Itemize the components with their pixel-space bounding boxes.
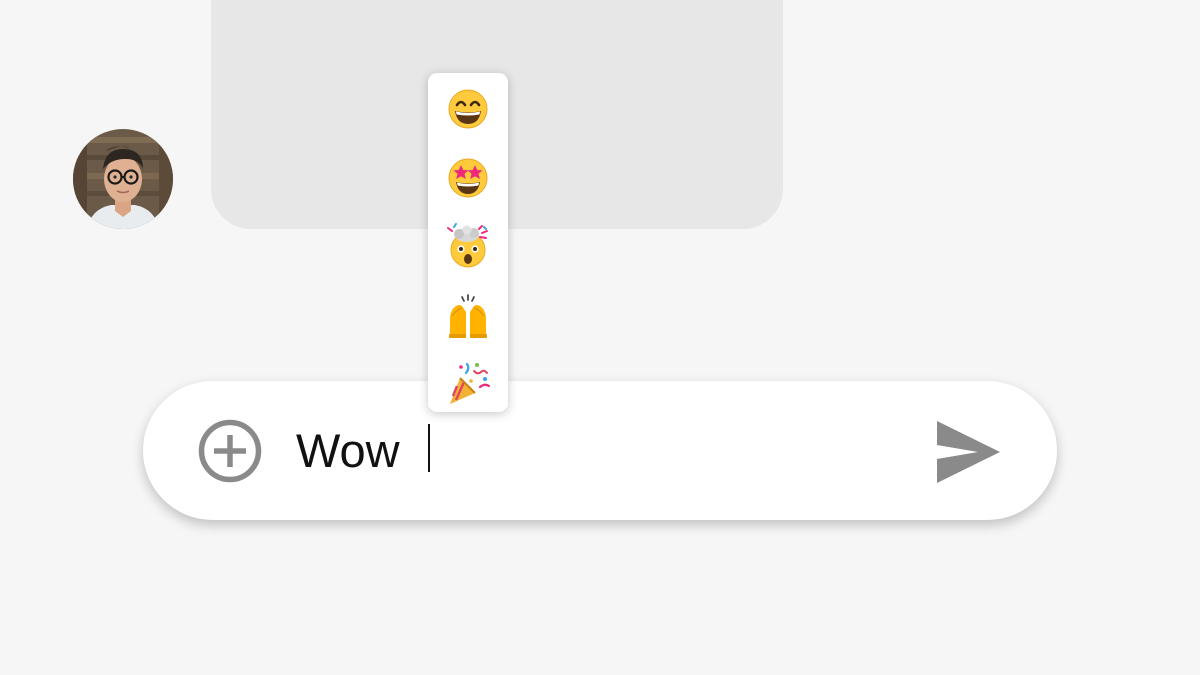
send-button[interactable] xyxy=(934,417,1004,487)
send-icon xyxy=(937,421,1000,483)
party-popper-icon xyxy=(450,362,491,404)
emoji-party-popper[interactable] xyxy=(444,361,492,409)
plus-circle-icon xyxy=(198,419,262,483)
avatar xyxy=(73,129,173,229)
emoji-picker xyxy=(428,73,508,412)
emoji-exploding-head[interactable] xyxy=(444,223,492,271)
exploding-head-icon xyxy=(447,223,488,268)
add-attachment-button[interactable] xyxy=(197,418,263,484)
message-composer: Wow xyxy=(143,381,1057,520)
star-struck-icon xyxy=(448,158,488,198)
emoji-star-struck[interactable] xyxy=(444,154,492,202)
message-input[interactable]: Wow xyxy=(296,421,413,481)
emoji-grinning-face-with-smiling-eyes[interactable] xyxy=(444,85,492,133)
grinning-face-with-smiling-eyes-icon xyxy=(448,89,488,129)
raising-hands-icon xyxy=(449,294,487,338)
text-cursor xyxy=(428,424,430,472)
emoji-raising-hands[interactable] xyxy=(444,292,492,340)
